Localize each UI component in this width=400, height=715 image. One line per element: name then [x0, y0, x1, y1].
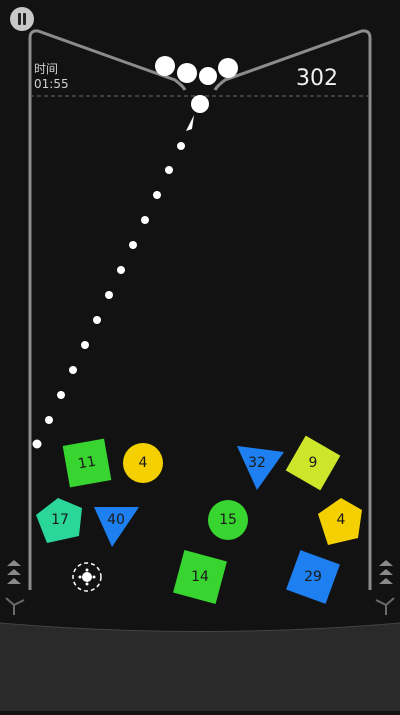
score: 302 — [296, 66, 338, 91]
block-14: 14 — [173, 550, 227, 604]
block-value: 11 — [77, 454, 97, 473]
trajectory-dot — [93, 316, 101, 324]
right-chevron-up-icon — [379, 560, 393, 584]
timer-value: 01:55 — [34, 77, 69, 91]
game-board: 11 4 32 9 17 40 15 4 14 29 — [0, 29, 400, 711]
block-9: 9 — [285, 435, 341, 491]
trajectory-dot — [69, 366, 77, 374]
block-value: 15 — [219, 512, 237, 528]
ball — [191, 95, 209, 113]
ball — [155, 56, 175, 76]
block-value: 9 — [309, 455, 318, 471]
trajectory-dot — [177, 142, 185, 150]
trajectory-dot — [153, 191, 161, 199]
trajectory-dot — [117, 266, 125, 274]
block-17: 17 — [36, 498, 82, 543]
game-stage[interactable]: 11 4 32 9 17 40 15 4 14 29 时间 01:55 302 — [0, 0, 400, 711]
left-fan-icon — [5, 597, 25, 615]
trajectory-dot — [165, 166, 173, 174]
pause-button[interactable] — [10, 7, 34, 31]
block-value: 17 — [51, 512, 69, 528]
trajectory-dot — [105, 291, 113, 299]
aim-arrow-icon — [186, 115, 194, 131]
block-value: 4 — [139, 455, 148, 471]
block-value: 4 — [337, 512, 346, 528]
trajectory-dot — [45, 416, 53, 424]
trajectory-dot — [32, 439, 42, 449]
block-value: 29 — [304, 569, 322, 585]
ball-target-icon — [72, 562, 102, 592]
block-4a: 4 — [123, 443, 163, 483]
trajectory-dot — [81, 341, 89, 349]
block-29: 29 — [286, 550, 340, 604]
ball — [218, 58, 238, 78]
block-value: 32 — [248, 455, 266, 471]
left-chevron-up-icon — [7, 560, 21, 584]
block-32: 32 — [237, 446, 284, 490]
trajectory-dot — [129, 241, 137, 249]
block-value: 14 — [191, 569, 209, 585]
trajectory-dot — [141, 216, 149, 224]
ball — [199, 67, 217, 85]
block-11: 11 — [62, 438, 112, 488]
timer-label: 时间 — [34, 62, 59, 76]
block-40: 40 — [94, 507, 139, 547]
floor — [0, 623, 400, 711]
block-15: 15 — [208, 500, 248, 540]
trajectory-dot — [57, 391, 65, 399]
ball-hopper — [155, 56, 238, 113]
right-fan-icon — [375, 597, 395, 615]
block-value: 40 — [107, 512, 125, 528]
block-4b: 4 — [318, 498, 362, 545]
aim-trajectory — [32, 142, 185, 449]
ball — [177, 63, 197, 83]
